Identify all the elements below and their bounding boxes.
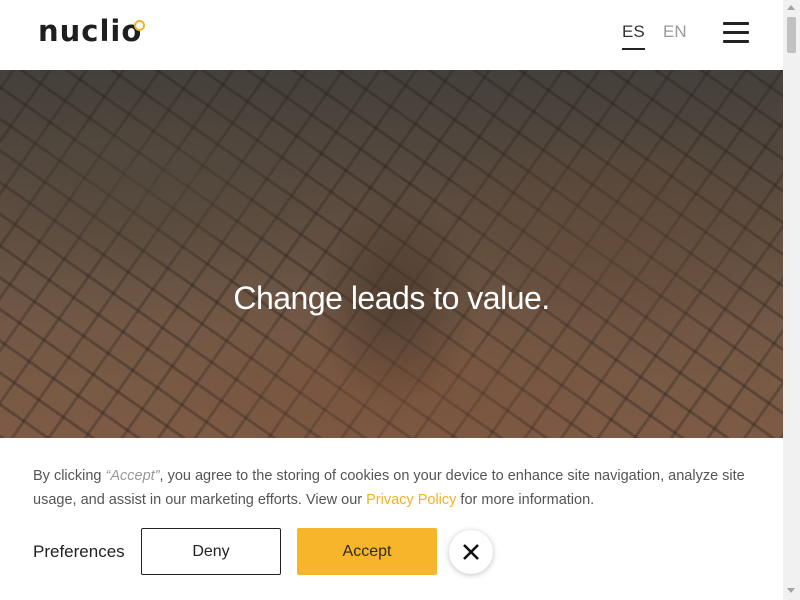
scroll-down-arrow-icon[interactable] xyxy=(787,588,795,593)
accept-button[interactable]: Accept xyxy=(297,528,437,575)
preferences-button[interactable]: Preferences xyxy=(33,542,125,562)
hamburger-menu-icon[interactable] xyxy=(723,22,749,44)
hero-overlay xyxy=(0,70,783,438)
cookie-message: By clicking “Accept”, you agree to the s… xyxy=(33,464,753,512)
language-es-link[interactable]: ES xyxy=(622,22,645,50)
logo-dot-icon xyxy=(134,20,145,31)
nuclio-logo[interactable]: nuclio xyxy=(38,14,142,48)
site-header: nuclio ES EN xyxy=(0,0,783,70)
hero-title: Change leads to value. xyxy=(233,280,550,316)
deny-button[interactable]: Deny xyxy=(141,528,281,575)
close-button[interactable] xyxy=(449,530,493,574)
close-icon xyxy=(463,544,479,560)
language-en-link[interactable]: EN xyxy=(663,22,687,42)
scroll-up-arrow-icon[interactable] xyxy=(787,5,795,10)
cookie-text-start: By clicking xyxy=(33,468,106,484)
cookie-text-end: for more information. xyxy=(456,492,595,508)
hero-banner: Change leads to value. xyxy=(0,70,783,438)
cookie-banner: By clicking “Accept”, you agree to the s… xyxy=(0,438,783,600)
page-scrollbar[interactable] xyxy=(783,0,800,600)
cookie-text-accept-quote: “Accept” xyxy=(105,468,160,484)
privacy-policy-link[interactable]: Privacy Policy xyxy=(366,492,456,508)
scrollbar-thumb[interactable] xyxy=(787,17,796,53)
